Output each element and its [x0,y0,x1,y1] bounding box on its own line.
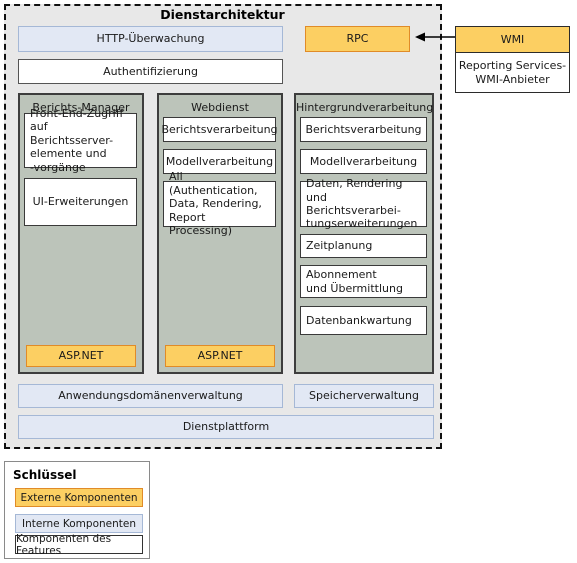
diagram-title: Dienstarchitektur [160,7,285,22]
background-item-subscription-delivery: Abonnement und Übermittlung [300,265,427,298]
background-item-data-rendering-extensions: Daten, Rendering und Berichtsverarbei- t… [300,177,427,230]
wmi-to-rpc-arrow [415,30,459,44]
column-background-processing-title: Hintergrundverarbeitung [296,101,434,114]
http-listener-box: HTTP-Überwachung [18,26,283,52]
background-item-database-maintenance: Datenbankwartung [300,306,427,335]
authentication-box: Authentifizierung [18,59,283,84]
service-platform-box: Dienstplattform [18,415,434,439]
legend-entry-internal: Interne Komponenten [15,514,143,533]
column-web-service-title: Webdienst [191,101,249,114]
wmi-provider-label: Reporting Services- WMI-Anbieter [458,59,567,86]
background-item-report-processing: Berichtsverarbeitung [300,117,427,142]
web-service-item-all-extensions: All (Authentication, Data, Rendering, Re… [163,170,276,237]
web-service-item-report-processing: Berichtsverarbeitung [161,117,278,142]
background-item-model-processing: Modellverarbeitung [300,149,427,174]
legend-key: Schlüssel Externe Komponenten Interne Ko… [4,461,150,559]
legend-entry-feature: Komponenten des Features [15,533,143,557]
web-service-footer-aspnet: ASP.NET [165,345,275,367]
application-domain-management-box: Anwendungsdomänenverwaltung [18,384,283,408]
background-item-scheduling: Zeitplanung [300,234,427,258]
memory-management-box: Speicherverwaltung [294,384,434,408]
legend-title: Schlüssel [13,468,77,482]
wmi-group: WMI Reporting Services- WMI-Anbieter [455,26,570,93]
rpc-box: RPC [305,26,410,52]
wmi-header-label: WMI [456,27,569,53]
legend-entry-external: Externe Komponenten [15,488,143,507]
report-manager-item-ui-extensions: UI-Erweiterungen [24,178,137,226]
report-manager-footer-aspnet: ASP.NET [26,345,136,367]
report-manager-item-frontend-access: Front-End-Zugriff auf Berichtsserver- el… [24,107,137,174]
